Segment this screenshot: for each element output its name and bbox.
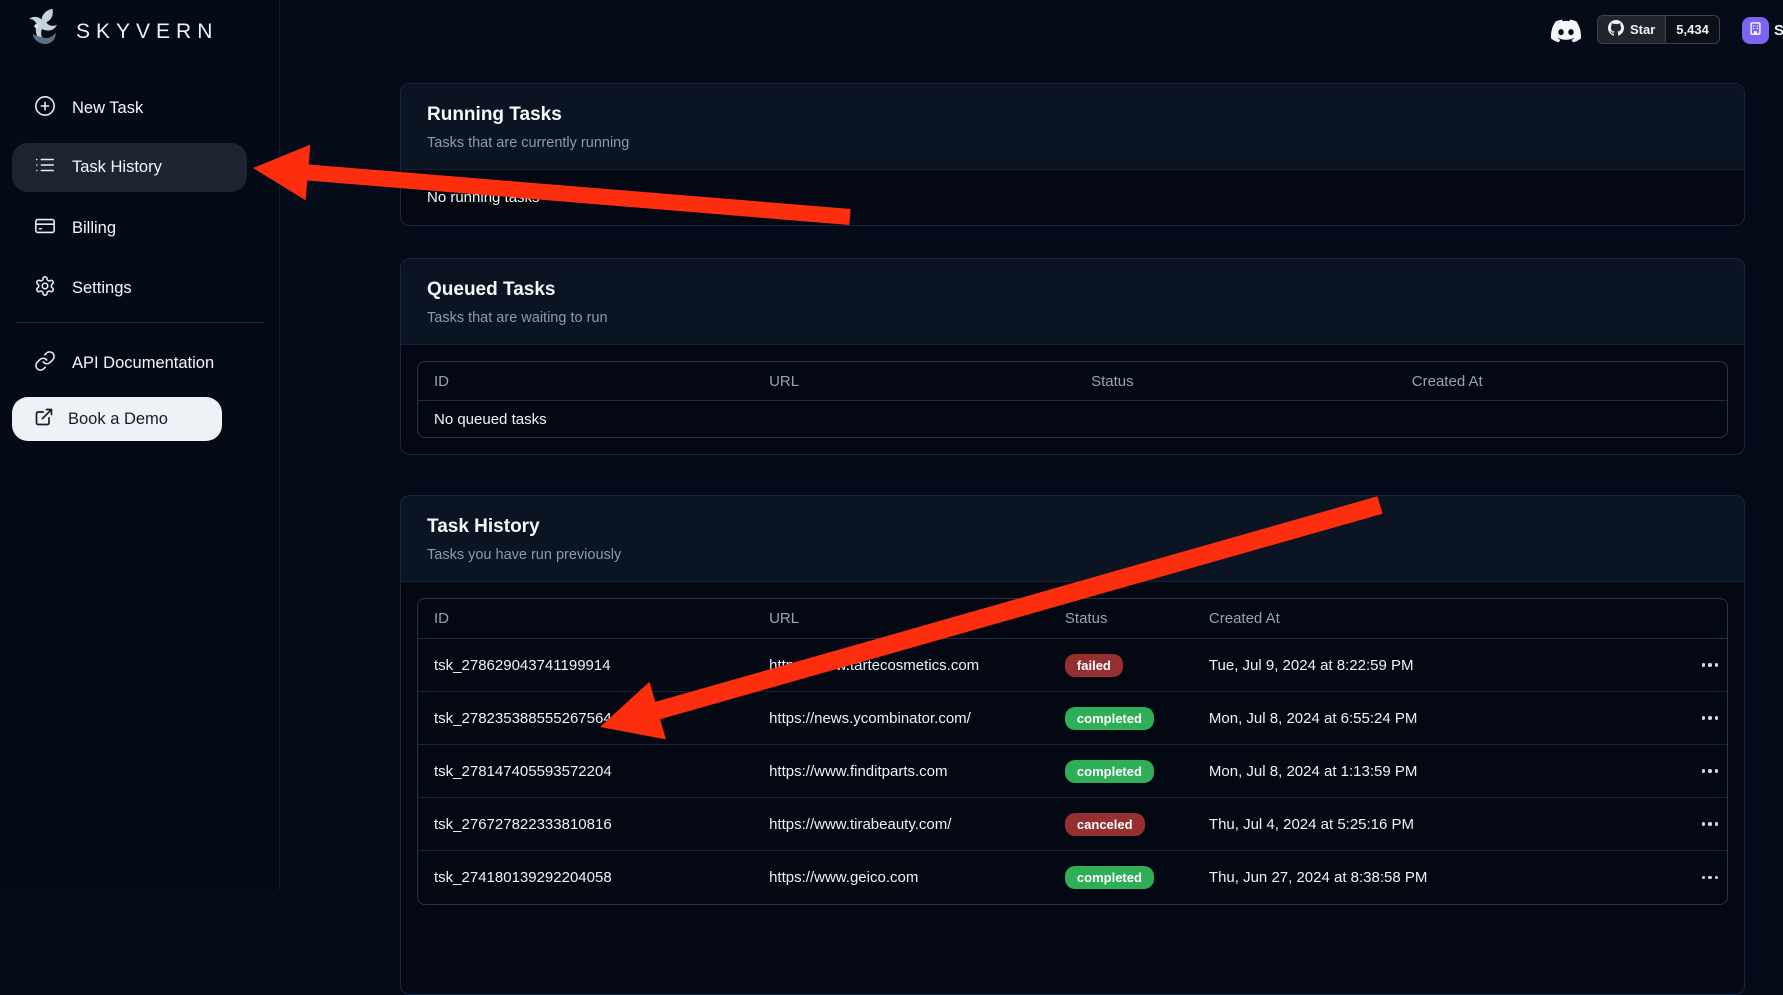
task-actions-cell <box>1654 657 1727 673</box>
column-header-url: URL <box>753 610 1049 627</box>
column-header-status: Status <box>1075 373 1396 390</box>
list-icon <box>34 154 56 181</box>
sidebar-item-label: API Documentation <box>72 354 214 373</box>
sidebar: SKYVERN New Task Task History Billing <box>0 0 280 890</box>
external-link-icon <box>34 407 54 432</box>
task-history-table-body: tsk_278629043741199914https://www.tartec… <box>418 639 1727 904</box>
task-created-at-cell: Thu, Jul 4, 2024 at 5:25:16 PM <box>1193 816 1654 833</box>
sidebar-item-settings[interactable]: Settings <box>12 264 247 312</box>
task-id-cell: tsk_278235388555267564 <box>418 710 753 727</box>
task-created-at-cell: Thu, Jun 27, 2024 at 8:38:58 PM <box>1193 869 1654 886</box>
sidebar-item-label: Settings <box>72 279 132 298</box>
table-row[interactable]: tsk_274180139292204058https://www.geico.… <box>418 851 1727 904</box>
running-tasks-header: Running Tasks Tasks that are currently r… <box>401 84 1744 170</box>
task-url-cell: https://www.tirabeauty.com/ <box>753 816 1049 833</box>
sidebar-item-new-task[interactable]: New Task <box>12 84 247 132</box>
organization-building-icon <box>1748 21 1763 41</box>
task-status-cell: completed <box>1049 760 1193 783</box>
column-header-status: Status <box>1049 610 1193 627</box>
task-history-header: Task History Tasks you have run previous… <box>401 496 1744 582</box>
task-status-cell: failed <box>1049 654 1193 677</box>
card-description: Tasks that are currently running <box>427 135 1718 151</box>
github-icon <box>1608 20 1624 39</box>
task-actions-cell <box>1654 763 1727 779</box>
status-badge: canceled <box>1065 813 1145 836</box>
task-created-at-cell: Tue, Jul 9, 2024 at 8:22:59 PM <box>1193 657 1654 674</box>
column-header-created-at: Created At <box>1396 373 1727 390</box>
sidebar-item-label: Billing <box>72 219 116 238</box>
queued-tasks-table: ID URL Status Created At No queued tasks <box>417 361 1728 438</box>
row-actions-menu-icon[interactable] <box>1698 870 1724 886</box>
github-star-count[interactable]: 5,434 <box>1666 15 1720 44</box>
task-id-cell: tsk_278629043741199914 <box>418 657 753 674</box>
table-row[interactable]: tsk_278629043741199914https://www.tartec… <box>418 639 1727 692</box>
task-actions-cell <box>1654 870 1727 886</box>
row-actions-menu-icon[interactable] <box>1698 763 1724 779</box>
card-title: Task History <box>427 516 1718 538</box>
task-id-cell: tsk_278147405593572204 <box>418 763 753 780</box>
queued-tasks-card: Queued Tasks Tasks that are waiting to r… <box>400 258 1745 455</box>
sidebar-item-billing[interactable]: Billing <box>12 204 247 252</box>
profile-name-partial[interactable]: S <box>1774 22 1783 39</box>
topbar: Star 5,434 S <box>0 0 1783 60</box>
task-url-cell: https://news.ycombinator.com/ <box>753 710 1049 727</box>
task-status-cell: completed <box>1049 866 1193 889</box>
task-status-cell: completed <box>1049 707 1193 730</box>
task-url-cell: https://www.finditparts.com <box>753 763 1049 780</box>
task-created-at-cell: Mon, Jul 8, 2024 at 1:13:59 PM <box>1193 763 1654 780</box>
discord-icon[interactable] <box>1551 16 1581 46</box>
status-badge: completed <box>1065 707 1154 730</box>
skyvern-app: { "app": { "brand": "SKYVERN" }, "sideba… <box>0 0 1783 890</box>
task-history-table: ID URL Status Created At tsk_27862904374… <box>417 598 1728 905</box>
table-header-row: ID URL Status Created At <box>418 599 1727 639</box>
sidebar-divider <box>16 322 264 323</box>
task-created-at-cell: Mon, Jul 8, 2024 at 6:55:24 PM <box>1193 710 1654 727</box>
task-url-cell: https://www.geico.com <box>753 869 1049 886</box>
task-actions-cell <box>1654 816 1727 832</box>
sidebar-item-label: Task History <box>72 158 162 177</box>
status-badge: completed <box>1065 760 1154 783</box>
book-a-demo-button[interactable]: Book a Demo <box>12 397 222 441</box>
avatar[interactable] <box>1742 17 1769 44</box>
github-star-button[interactable]: Star <box>1597 15 1666 44</box>
column-header-created-at: Created At <box>1193 610 1654 627</box>
credit-card-icon <box>34 215 56 242</box>
table-row[interactable]: tsk_278147405593572204https://www.findit… <box>418 745 1727 798</box>
row-actions-menu-icon[interactable] <box>1698 710 1724 726</box>
card-description: Tasks you have run previously <box>427 547 1718 563</box>
task-history-card: Task History Tasks you have run previous… <box>400 495 1745 995</box>
table-header-row: ID URL Status Created At <box>418 362 1727 401</box>
task-url-cell: https://www.tartecosmetics.com <box>753 657 1049 674</box>
task-id-cell: tsk_274180139292204058 <box>418 869 753 886</box>
sidebar-item-label: New Task <box>72 99 143 118</box>
github-star-label: Star <box>1630 22 1655 37</box>
card-title: Queued Tasks <box>427 279 1718 301</box>
task-actions-cell <box>1654 710 1727 726</box>
task-status-cell: canceled <box>1049 813 1193 836</box>
card-description: Tasks that are waiting to run <box>427 310 1718 326</box>
column-header-id: ID <box>418 373 753 390</box>
table-row[interactable]: tsk_278235388555267564https://news.ycomb… <box>418 692 1727 745</box>
gear-icon <box>34 275 56 302</box>
cta-label: Book a Demo <box>68 410 168 429</box>
card-title: Running Tasks <box>427 104 1718 126</box>
link-icon <box>34 350 56 377</box>
sidebar-item-api-documentation[interactable]: API Documentation <box>12 339 247 387</box>
row-actions-menu-icon[interactable] <box>1698 657 1724 673</box>
running-tasks-empty-message: No running tasks <box>401 170 1744 225</box>
sidebar-item-task-history[interactable]: Task History <box>12 143 247 192</box>
status-badge: failed <box>1065 654 1123 677</box>
queued-tasks-header: Queued Tasks Tasks that are waiting to r… <box>401 259 1744 345</box>
queued-tasks-empty-message: No queued tasks <box>418 401 1727 437</box>
plus-circle-icon <box>34 95 56 122</box>
column-header-url: URL <box>753 373 1075 390</box>
status-badge: completed <box>1065 866 1154 889</box>
task-id-cell: tsk_276727822333810816 <box>418 816 753 833</box>
running-tasks-card: Running Tasks Tasks that are currently r… <box>400 83 1745 226</box>
table-row[interactable]: tsk_276727822333810816https://www.tirabe… <box>418 798 1727 851</box>
github-star-widget: Star 5,434 <box>1597 15 1720 44</box>
column-header-id: ID <box>418 610 753 627</box>
row-actions-menu-icon[interactable] <box>1698 816 1724 832</box>
